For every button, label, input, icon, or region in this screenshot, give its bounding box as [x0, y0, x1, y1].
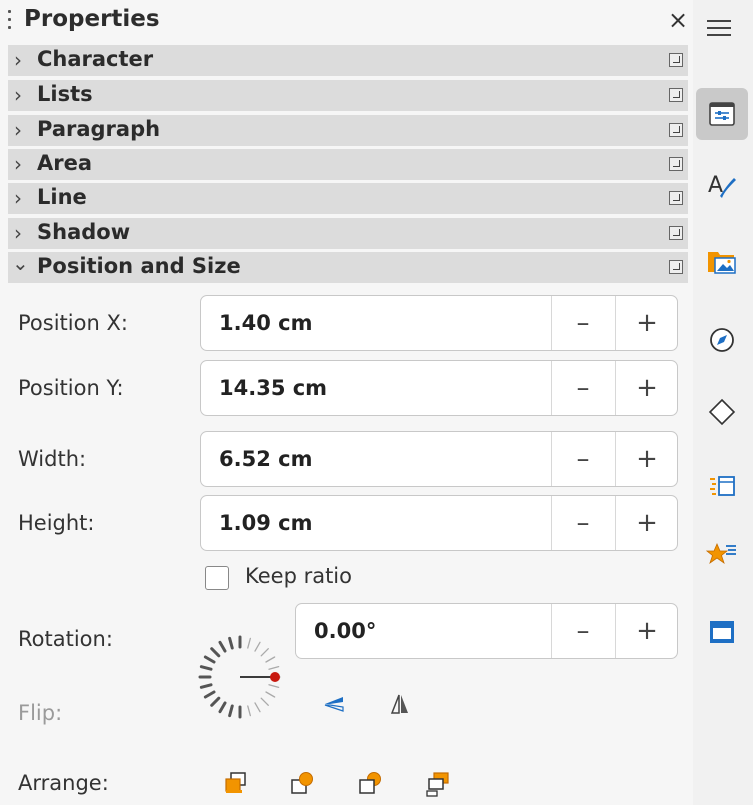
section-label: Lists: [37, 82, 93, 106]
properties-icon: [709, 102, 735, 126]
svg-text:A: A: [708, 173, 723, 198]
height-value[interactable]: 1.09 cm: [219, 511, 312, 535]
more-options-icon[interactable]: [669, 53, 683, 67]
section-label: Line: [37, 185, 87, 209]
properties-panel: Properties × › Character › Lists › Parag…: [0, 0, 693, 805]
chevron-right-icon: ›: [14, 118, 22, 142]
chevron-right-icon: ›: [14, 48, 22, 72]
increment-button[interactable]: +: [615, 604, 679, 658]
more-options-icon[interactable]: [669, 88, 683, 102]
more-options-icon[interactable]: [669, 260, 683, 274]
bring-forward-icon[interactable]: [288, 770, 316, 798]
styles-icon: A: [708, 173, 736, 198]
flip-vertical-icon[interactable]: [322, 692, 346, 716]
rotation-field[interactable]: 0.00° – +: [295, 603, 678, 659]
section-position-and-size[interactable]: ⌄ Position and Size: [8, 251, 688, 283]
position-y-label: Position Y:: [18, 376, 124, 400]
menu-icon[interactable]: [707, 20, 731, 41]
navigator-deck-button[interactable]: [696, 314, 748, 366]
properties-deck-button[interactable]: [696, 88, 748, 140]
more-options-icon[interactable]: [669, 157, 683, 171]
section-label: Area: [37, 151, 93, 175]
slide-transition-deck-button[interactable]: [696, 530, 748, 582]
position-x-field[interactable]: 1.40 cm – +: [200, 295, 678, 351]
section-paragraph[interactable]: › Paragraph: [8, 115, 688, 146]
decrement-button[interactable]: –: [551, 496, 615, 550]
decrement-button[interactable]: –: [551, 432, 615, 486]
height-label: Height:: [18, 511, 95, 535]
flip-label: Flip:: [18, 701, 63, 725]
increment-button[interactable]: +: [615, 296, 679, 350]
bring-to-front-icon[interactable]: [222, 770, 250, 798]
width-label: Width:: [18, 447, 87, 471]
rotation-value[interactable]: 0.00°: [314, 619, 376, 643]
more-options-icon[interactable]: [669, 123, 683, 137]
animation-icon: [710, 476, 735, 496]
section-label: Shadow: [37, 220, 131, 244]
width-field[interactable]: 6.52 cm – +: [200, 431, 678, 487]
increment-button[interactable]: +: [615, 432, 679, 486]
section-shadow[interactable]: › Shadow: [8, 218, 688, 249]
section-label: Position and Size: [37, 254, 241, 278]
arrange-label: Arrange:: [18, 771, 109, 795]
section-line[interactable]: › Line: [8, 183, 688, 214]
increment-button[interactable]: +: [615, 496, 679, 550]
gallery-icon: [708, 252, 736, 274]
master-slides-deck-button[interactable]: [696, 606, 748, 658]
width-value[interactable]: 6.52 cm: [219, 447, 312, 471]
chevron-right-icon: ›: [14, 221, 22, 245]
more-options-icon[interactable]: [669, 226, 683, 240]
animation-deck-button[interactable]: [696, 460, 748, 512]
rotation-label: Rotation:: [18, 627, 113, 651]
increment-button[interactable]: +: [615, 361, 679, 415]
keep-ratio-checkbox[interactable]: [205, 566, 229, 590]
height-field[interactable]: 1.09 cm – +: [200, 495, 678, 551]
position-y-field[interactable]: 14.35 cm – +: [200, 360, 678, 416]
decrement-button[interactable]: –: [551, 604, 615, 658]
rotation-dial[interactable]: [195, 632, 285, 722]
chevron-down-icon: ⌄: [12, 251, 29, 275]
shapes-deck-button[interactable]: [696, 386, 748, 438]
send-backward-icon[interactable]: [356, 770, 384, 798]
chevron-right-icon: ›: [14, 83, 22, 107]
slide-transition-icon: [706, 542, 736, 565]
position-x-label: Position X:: [18, 311, 128, 335]
decrement-button[interactable]: –: [551, 361, 615, 415]
gallery-deck-button[interactable]: [696, 235, 748, 287]
master-slides-icon: [710, 621, 734, 643]
more-options-icon[interactable]: [669, 191, 683, 205]
panel-title: Properties: [24, 6, 160, 32]
keep-ratio-label[interactable]: Keep ratio: [245, 564, 352, 588]
section-label: Character: [37, 47, 154, 71]
position-y-value[interactable]: 14.35 cm: [219, 376, 327, 400]
drag-handle-icon[interactable]: [8, 10, 12, 34]
section-area[interactable]: › Area: [8, 149, 688, 180]
panel-titlebar: Properties ×: [0, 0, 693, 44]
section-label: Paragraph: [37, 117, 161, 141]
sidebar-deck: A: [693, 0, 753, 805]
close-button[interactable]: ×: [668, 6, 688, 34]
send-to-back-icon[interactable]: [424, 770, 452, 798]
navigator-icon: [710, 328, 734, 352]
chevron-right-icon: ›: [14, 186, 22, 210]
position-x-value[interactable]: 1.40 cm: [219, 311, 312, 335]
section-character[interactable]: › Character: [8, 45, 688, 76]
decrement-button[interactable]: –: [551, 296, 615, 350]
styles-deck-button[interactable]: A: [696, 160, 748, 212]
chevron-right-icon: ›: [14, 152, 22, 176]
flip-horizontal-icon[interactable]: [388, 692, 412, 716]
shapes-icon: [708, 398, 736, 426]
section-lists[interactable]: › Lists: [8, 80, 688, 111]
